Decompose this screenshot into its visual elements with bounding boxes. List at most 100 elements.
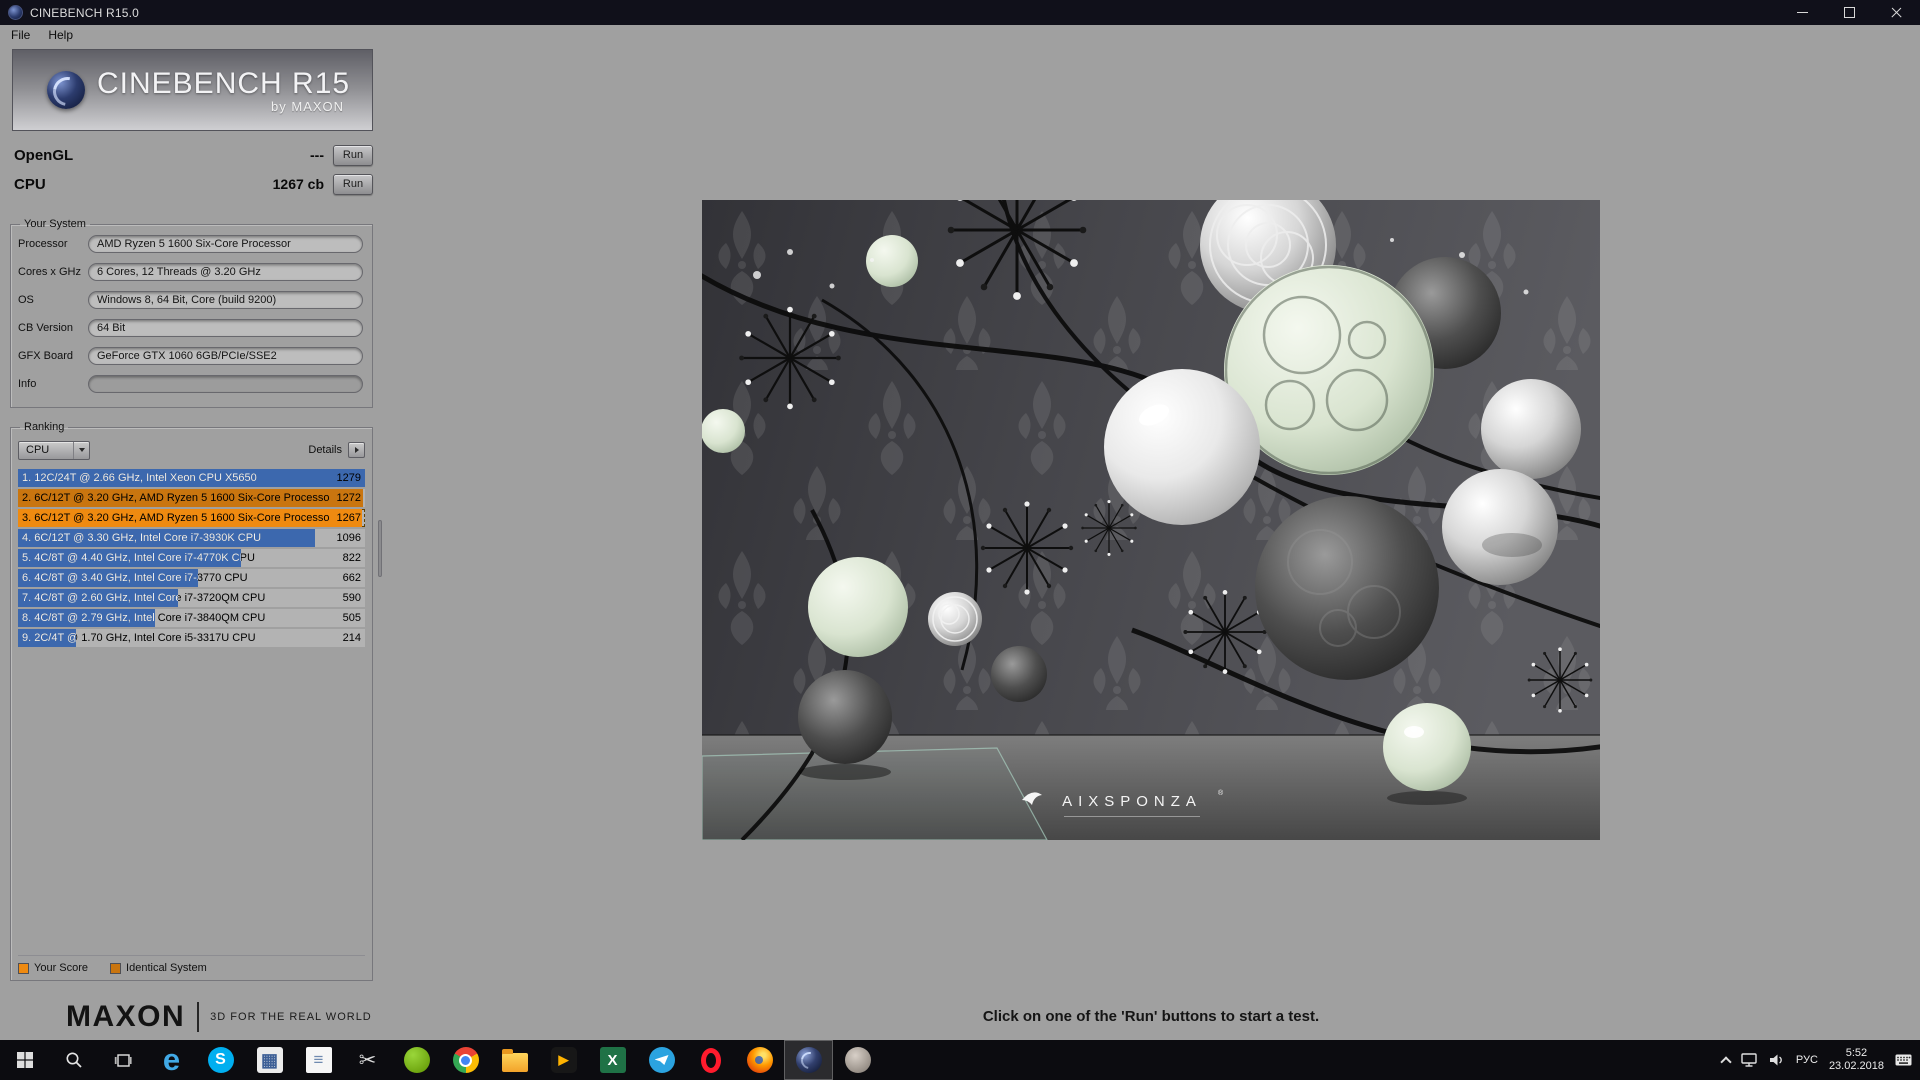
- legend-label: Identical System: [126, 962, 207, 974]
- ranking-row-score: 1096: [336, 532, 361, 544]
- menu-item-file[interactable]: File: [2, 25, 39, 45]
- legend-label: Your Score: [34, 962, 89, 974]
- chevron-up-icon: [1720, 1055, 1732, 1068]
- ranking-row-label-on-bar: 1. 12C/24T @ 2.66 GHz, Intel Xeon CPU X5…: [22, 472, 257, 484]
- network-tray-button[interactable]: [1741, 1053, 1758, 1067]
- taskbar-icon-cinebench[interactable]: [784, 1040, 833, 1080]
- skype-icon: S: [207, 1047, 234, 1073]
- minimize-button[interactable]: [1779, 0, 1826, 25]
- calculator-icon: ▦: [256, 1047, 283, 1073]
- aimp-icon: ▶: [550, 1047, 577, 1073]
- ranking-row-6[interactable]: 6. 4C/8T @ 3.40 GHz, Intel Core i7-3770 …: [18, 569, 365, 587]
- ranking-title: Ranking: [24, 421, 65, 433]
- legend-swatch: [18, 962, 29, 974]
- ranking-row-label-on-bar: 6. 4C/8T @ 3.40 GHz, Intel Core i7-3770 …: [22, 572, 198, 584]
- system-field-row: CB Version 64 Bit: [18, 319, 363, 337]
- ranking-legend: Your Score Identical System: [18, 955, 365, 974]
- volume-tray-button[interactable]: [1769, 1053, 1785, 1067]
- field-label-processor: Processor: [18, 238, 68, 250]
- network-icon: [1741, 1053, 1757, 1067]
- divider: [197, 1002, 200, 1032]
- taskbar-icon-opera[interactable]: [686, 1040, 735, 1080]
- ranking-row-1[interactable]: 1. 12C/24T @ 2.66 GHz, Intel Xeon CPU X5…: [18, 469, 365, 487]
- cpu-label: CPU: [14, 175, 46, 193]
- taskbar-icon-chrome[interactable]: [441, 1040, 490, 1080]
- ranking-row-label-on-bar: 9. 2C/4T @ 1.70 GHz, Intel Core i5-3317U…: [22, 632, 76, 644]
- ranking-row-2[interactable]: 2. 6C/12T @ 3.20 GHz, AMD Ryzen 5 1600 S…: [18, 489, 365, 507]
- windows-logo-icon: [16, 1052, 33, 1068]
- maximize-button[interactable]: [1826, 0, 1873, 25]
- ranking-row-3[interactable]: 3. 6C/12T @ 3.20 GHz, AMD Ryzen 5 1600 S…: [18, 509, 365, 527]
- search-button[interactable]: [49, 1040, 98, 1080]
- ranking-row-label-on-bar: 5. 4C/8T @ 4.40 GHz, Intel Core i7-4770K…: [22, 552, 242, 564]
- legend-item-your-score: Your Score: [18, 962, 88, 974]
- ranking-row-7[interactable]: 7. 4C/8T @ 2.60 GHz, Intel Core i7-3720Q…: [18, 589, 365, 607]
- taskbar-icon-calculator[interactable]: ▦: [245, 1040, 294, 1080]
- legend-swatch: [110, 962, 122, 974]
- cinebench-icon: [795, 1047, 822, 1073]
- field-value-cores-x-ghz[interactable]: 6 Cores, 12 Threads @ 3.20 GHz: [88, 263, 363, 281]
- window-title: CINEBENCH R15.0: [30, 5, 140, 20]
- task-view-button[interactable]: [98, 1040, 147, 1080]
- cpu-score-value: 1267 cb: [272, 176, 324, 192]
- your-system-title: Your System: [24, 218, 86, 230]
- ranking-row-score: 505: [342, 612, 361, 624]
- language-indicator[interactable]: РУС: [1796, 1054, 1818, 1066]
- taskbar-icon-file-explorer[interactable]: [490, 1040, 539, 1080]
- ranking-row-8[interactable]: 8. 4C/8T @ 2.79 GHz, Intel Core i7-3840Q…: [18, 609, 365, 627]
- cpu-run-button[interactable]: Run: [333, 173, 373, 195]
- taskbar-icon-telegram[interactable]: [637, 1040, 686, 1080]
- start-button[interactable]: [0, 1040, 49, 1080]
- field-label-os: OS: [18, 294, 34, 306]
- field-value-info[interactable]: [88, 375, 363, 393]
- maxon-footer: MAXON 3D FOR THE REAL WORLD: [66, 1000, 372, 1034]
- taskbar-icon-firefox[interactable]: [735, 1040, 784, 1080]
- ranking-row-4[interactable]: 4. 6C/12T @ 3.30 GHz, Intel Core i7-3930…: [18, 529, 365, 547]
- menu-item-help[interactable]: Help: [39, 25, 82, 45]
- taskbar-icon-edge[interactable]: e: [147, 1040, 196, 1080]
- cpu-benchmark-row: CPU 1267 cb Run: [14, 172, 373, 196]
- cinebench-logo-icon: [47, 71, 85, 109]
- clock[interactable]: 5:52 23.02.2018: [1829, 1047, 1884, 1073]
- your-system-panel: Your System Processor AMD Ryzen 5 1600 Si…: [10, 218, 373, 408]
- ranking-row-label-on-bar: 7. 4C/8T @ 2.60 GHz, Intel Core i7-3720Q…: [22, 592, 178, 604]
- taskbar-icon-notepad[interactable]: ≡: [294, 1040, 343, 1080]
- ranking-row-9[interactable]: 9. 2C/4T @ 1.70 GHz, Intel Core i5-3317U…: [18, 629, 365, 647]
- file-explorer-icon: [501, 1049, 528, 1072]
- registered-mark: ®: [1218, 789, 1224, 797]
- ranking-row-score: 1272: [336, 492, 361, 504]
- system-field-row: Processor AMD Ryzen 5 1600 Six-Core Proce…: [18, 235, 363, 253]
- taskbar-icon-excel[interactable]: X: [588, 1040, 637, 1080]
- close-button[interactable]: [1873, 0, 1920, 25]
- system-field-row: GFX Board GeForce GTX 1060 6GB/PCIe/SSE2: [18, 347, 363, 365]
- details-expand-button[interactable]: [348, 442, 365, 458]
- status-hint: Click on one of the 'Run' buttons to sta…: [982, 1008, 1320, 1025]
- taskbar-icon-geforce-experience[interactable]: [392, 1040, 441, 1080]
- ranking-row-5[interactable]: 5. 4C/8T @ 4.40 GHz, Intel Core i7-4770K…: [18, 549, 365, 567]
- opengl-run-button[interactable]: Run: [333, 144, 373, 166]
- app-byline: by MAXON: [271, 98, 345, 114]
- field-value-cb-version[interactable]: 64 Bit: [88, 319, 363, 337]
- ranking-row-score: 662: [342, 572, 361, 584]
- field-value-processor[interactable]: AMD Ryzen 5 1600 Six-Core Processor: [88, 235, 363, 253]
- taskbar-icon-snipping-tool[interactable]: ✂: [343, 1040, 392, 1080]
- touch-keyboard-icon: [1895, 1054, 1912, 1066]
- score-bar-text-clip: 7. 4C/8T @ 2.60 GHz, Intel Core i7-3720Q…: [18, 589, 178, 607]
- ranking-filter-dropdown[interactable]: CPU: [18, 440, 90, 460]
- tray-expand-button[interactable]: [1720, 1055, 1732, 1068]
- chrome-icon: [452, 1047, 479, 1073]
- system-tray: РУС 5:52 23.02.2018: [1711, 1040, 1920, 1080]
- taskbar: e S ▦ ≡ ✂ ▶ X РУС 5:52 23.02.2018: [0, 1040, 1920, 1080]
- taskbar-icon-skype[interactable]: S: [196, 1040, 245, 1080]
- taskbar-icon-aimp[interactable]: ▶: [539, 1040, 588, 1080]
- field-value-os[interactable]: Windows 8, 64 Bit, Core (build 9200): [88, 291, 363, 309]
- field-label-cb-version: CB Version: [18, 322, 74, 334]
- score-bar-text-clip: 4. 6C/12T @ 3.30 GHz, Intel Core i7-3930…: [18, 529, 315, 547]
- touch-keyboard-button[interactable]: [1895, 1054, 1912, 1066]
- ranking-row-label: 3. 6C/12T @ 3.20 GHz, AMD Ryzen 5 1600 S…: [22, 512, 330, 524]
- score-bar-text-clip: 8. 4C/8T @ 2.79 GHz, Intel Core i7-3840Q…: [18, 609, 155, 627]
- field-value-gfx-board[interactable]: GeForce GTX 1060 6GB/PCIe/SSE2: [88, 347, 363, 365]
- panel-splitter-handle[interactable]: [378, 520, 382, 577]
- chevron-down-icon: [73, 441, 89, 459]
- taskbar-icon-gimp[interactable]: [833, 1040, 882, 1080]
